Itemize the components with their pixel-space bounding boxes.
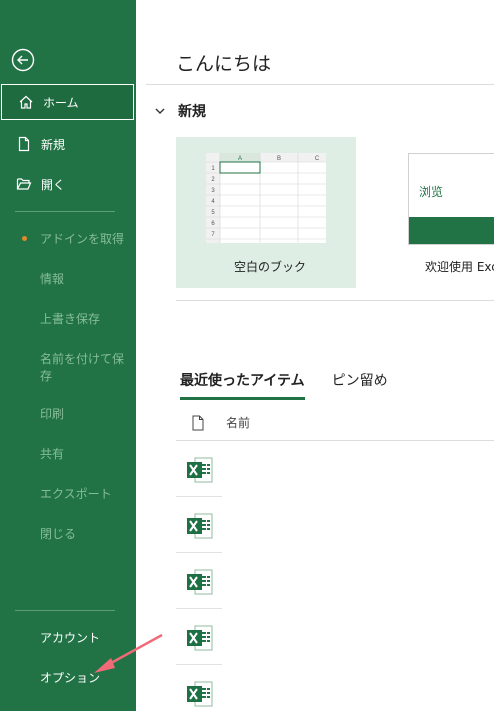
list-item[interactable] [176,665,222,720]
nav-open-label: 開く [41,177,66,192]
excel-file-icon [187,457,213,483]
column-a-label: A [238,156,242,162]
list-item[interactable] [176,497,222,553]
nav-new-label: 新規 [41,137,66,152]
nav-get-addins: アドインを取得 [40,232,125,246]
list-item[interactable] [176,609,222,665]
nav-print: 印刷 [40,407,65,421]
list-header-divider [176,440,494,441]
nav-save-as: 名前を付けて保存 [40,352,125,383]
folder-open-icon [15,175,33,193]
nav-home-label: ホーム [43,95,79,110]
welcome-tile-label: 欢迎使用 Exc [425,260,494,274]
home-icon [17,93,35,111]
nav-info: 情報 [40,272,65,286]
excel-file-icon [187,513,213,539]
nav-open[interactable]: 開く [0,166,134,202]
nav-save: 上書き保存 [40,312,101,326]
nav-share: 共有 [40,447,65,461]
new-section-toggle[interactable]: 新規 [154,101,206,121]
backstage-main: こんにちは 新規 A B C 1 2 3 4 5 6 7 空白のブック 浏览 欢… [136,0,494,711]
nav-close: 閉じる [40,527,77,541]
welcome-tour-tile[interactable]: 浏览 [408,153,494,245]
excel-file-icon [187,625,213,651]
sidebar-divider [15,211,115,212]
page-title: こんにちは [176,53,272,75]
name-column-header[interactable]: 名前 [226,414,250,431]
backstage-sidebar: ホーム 新規 開く アドインを取得 情報 上書き保存 名前を付けて保存 印刷 共… [0,0,136,711]
section-divider [176,300,494,301]
new-section-title: 新規 [178,104,206,120]
tab-pinned[interactable]: ピン留め [332,370,388,400]
tour-text: 浏览 [419,185,444,199]
list-item[interactable] [176,441,222,497]
column-c-label: C [315,156,320,162]
chevron-down-icon [154,104,168,118]
nav-options[interactable]: オプション [40,670,130,687]
nav-home[interactable]: ホーム [1,84,134,120]
sidebar-divider-bottom [15,610,115,611]
header-divider [146,84,494,85]
blank-workbook-label: 空白のブック [234,260,307,274]
excel-file-icon [187,681,213,707]
file-list-tabs: 最近使ったアイテム ピン留め [180,370,415,400]
nav-account[interactable]: アカウント [40,630,130,647]
arrow-left-circle-icon[interactable] [11,48,35,72]
file-list-header: 名前 [192,414,250,431]
tab-recent[interactable]: 最近使ったアイテム [180,370,305,400]
excel-file-icon [187,569,213,595]
column-b-label: B [277,156,281,162]
nav-new[interactable]: 新規 [0,126,134,162]
notification-dot [22,236,27,241]
file-type-icon [192,415,204,431]
list-item[interactable] [176,553,222,609]
document-icon [15,135,33,153]
spreadsheet-thumbnail: A B C 1 2 3 4 5 6 7 [206,153,326,243]
tour-banner [409,217,494,244]
nav-export: エクスポート [40,487,112,501]
